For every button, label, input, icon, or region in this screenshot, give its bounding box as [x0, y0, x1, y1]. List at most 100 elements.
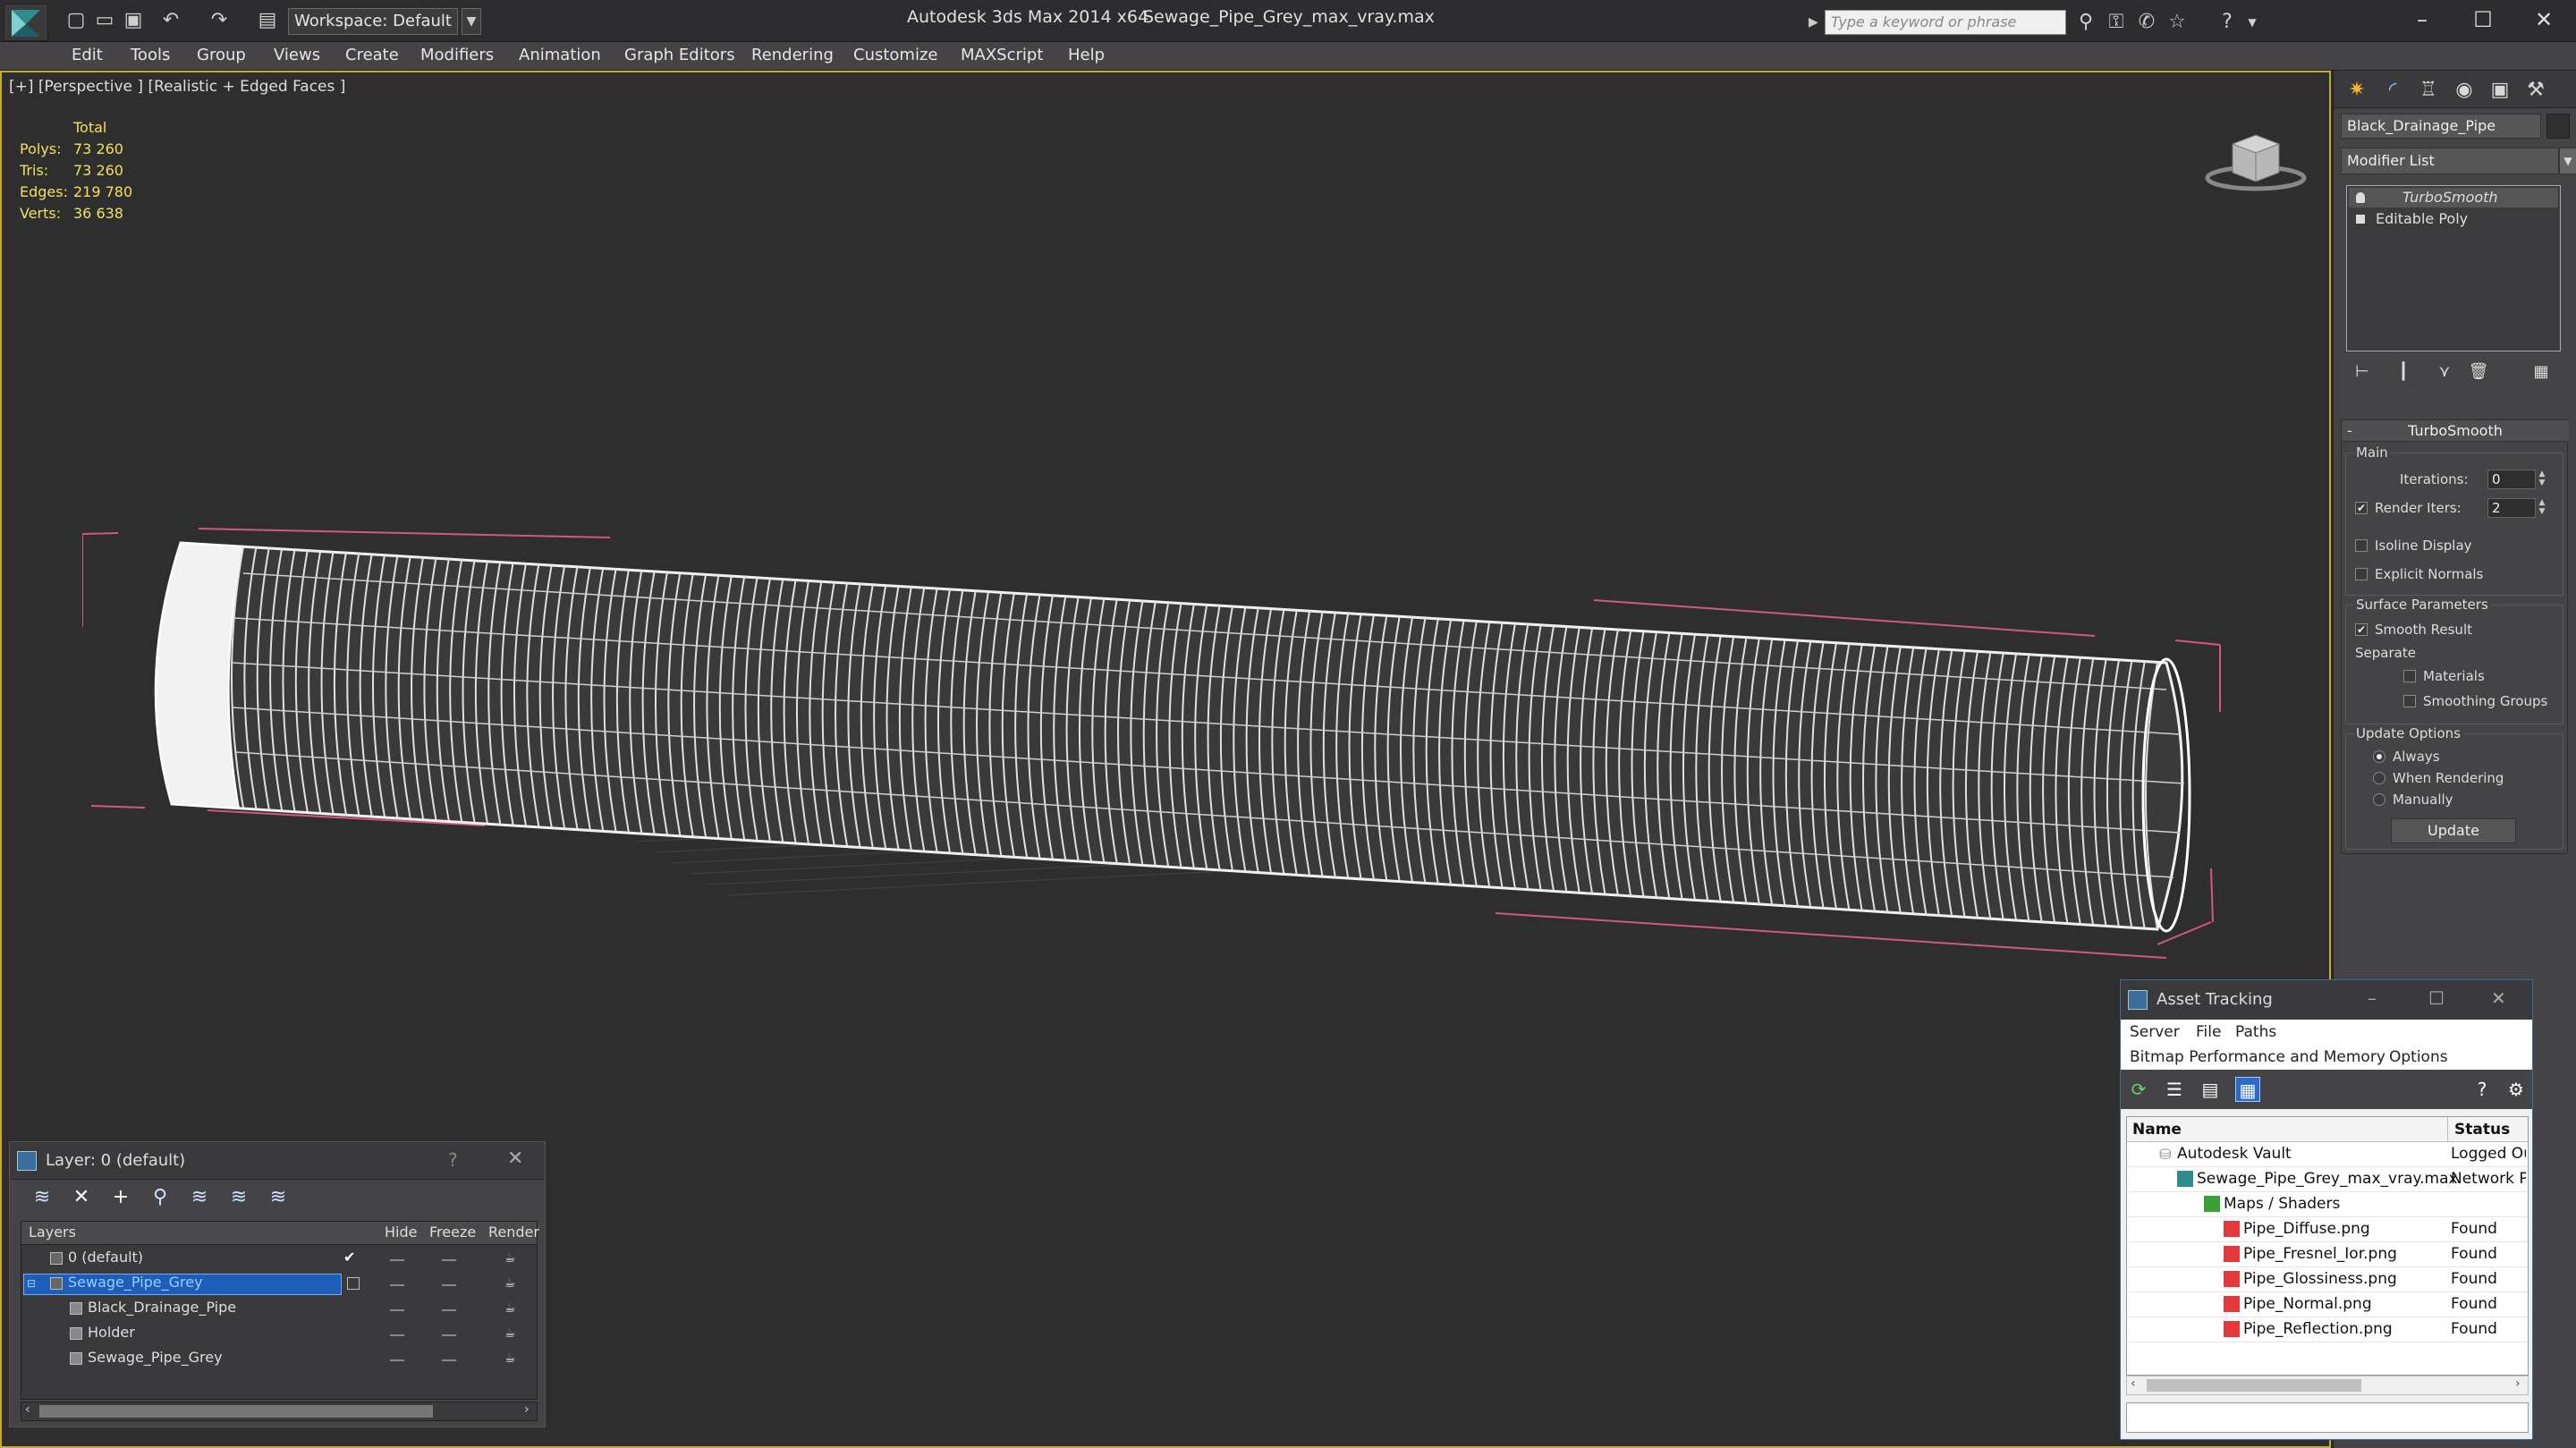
create-layer-icon[interactable]: ≋: [28, 1185, 56, 1210]
current-layer-check-icon[interactable]: ✔: [343, 1249, 355, 1266]
hide-toggle[interactable]: [390, 1284, 404, 1286]
scroll-left-icon[interactable]: ‹: [25, 1402, 30, 1417]
hide-toggle[interactable]: [390, 1334, 404, 1336]
freeze-toggle[interactable]: [442, 1284, 456, 1286]
close-icon[interactable]: ✕: [2491, 987, 2506, 1009]
freeze-toggle[interactable]: [442, 1359, 456, 1361]
workspace-dropdown[interactable]: Workspace: Default: [288, 8, 458, 35]
hide-all-layers-icon[interactable]: ≋: [225, 1185, 253, 1210]
asset-row[interactable]: Pipe_Fresnel_Ior.png Found: [2127, 1242, 2528, 1267]
menu-modifiers[interactable]: Modifiers: [420, 46, 494, 64]
asset-row[interactable]: ⛁ Autodesk Vault Logged Out: [2127, 1142, 2528, 1167]
scrollbar-thumb[interactable]: [2147, 1379, 2361, 1392]
layer-object-row[interactable]: Holder ☕: [21, 1322, 537, 1347]
communication-center-icon[interactable]: ✆: [2134, 10, 2159, 35]
menu-help[interactable]: Help: [1068, 46, 1105, 64]
menu-rendering[interactable]: Rendering: [751, 46, 834, 64]
modify-tab-icon[interactable]: ◜: [2377, 76, 2409, 105]
scroll-left-icon[interactable]: ‹: [2131, 1376, 2136, 1391]
spinner-arrows-icon[interactable]: ▲ ▼: [2536, 498, 2548, 518]
explicit-normals-checkbox[interactable]: [2355, 568, 2368, 580]
asset-row[interactable]: Sewage_Pipe_Grey_max_vray.max Network Pa…: [2127, 1167, 2528, 1192]
chevron-down-icon[interactable]: ▼: [462, 8, 481, 35]
refresh-icon[interactable]: ⟳: [2126, 1077, 2151, 1102]
layer-dialog-titlebar[interactable]: Layer: 0 (default) ? ✕: [10, 1142, 545, 1180]
expand-minus-icon[interactable]: ⊟: [27, 1277, 36, 1290]
freeze-toggle[interactable]: [442, 1259, 456, 1261]
freeze-all-layers-icon[interactable]: ≋: [264, 1185, 292, 1210]
iterations-spinner[interactable]: 0: [2487, 470, 2536, 489]
add-to-layer-icon[interactable]: +: [106, 1185, 135, 1210]
menu-tools[interactable]: Tools: [131, 46, 170, 64]
undo-icon[interactable]: ↶: [159, 9, 182, 32]
horizontal-scrollbar[interactable]: ‹ ›: [2126, 1376, 2529, 1395]
close-icon[interactable]: ✕: [507, 1147, 523, 1170]
new-file-icon[interactable]: ▢: [64, 9, 88, 32]
layer-row-selected[interactable]: ⊟ Sewage_Pipe_Grey ☕: [21, 1272, 537, 1297]
render-teapot-icon[interactable]: ☕: [504, 1327, 519, 1340]
app-menu-button[interactable]: [4, 4, 48, 41]
help-icon[interactable]: ?: [2215, 10, 2240, 35]
manually-radio[interactable]: [2373, 793, 2385, 806]
viewcube-icon[interactable]: [2202, 126, 2309, 198]
hide-toggle[interactable]: [390, 1359, 404, 1361]
chevron-down-icon[interactable]: ▼: [2240, 10, 2265, 35]
materials-checkbox[interactable]: [2403, 670, 2416, 682]
column-freeze[interactable]: Freeze: [429, 1224, 476, 1241]
spinner-arrows-icon[interactable]: ▲ ▼: [2536, 470, 2548, 489]
when-rendering-radio[interactable]: [2373, 772, 2385, 784]
tree-view-icon[interactable]: ▤: [2198, 1077, 2223, 1102]
redo-icon[interactable]: ↷: [208, 9, 231, 32]
horizontal-scrollbar[interactable]: ‹ ›: [21, 1401, 538, 1421]
asset-row[interactable]: Pipe_Normal.png Found: [2127, 1292, 2528, 1317]
highlight-layer-icon[interactable]: ≋: [185, 1185, 214, 1210]
list-view-icon[interactable]: ☰: [2162, 1077, 2187, 1102]
always-radio[interactable]: [2373, 750, 2385, 763]
asset-row[interactable]: Pipe_Glossiness.png Found: [2127, 1267, 2528, 1292]
layer-object-row[interactable]: Sewage_Pipe_Grey ☕: [21, 1347, 537, 1372]
settings-icon[interactable]: ⚙: [2504, 1077, 2529, 1102]
scroll-right-icon[interactable]: ›: [2515, 1376, 2521, 1391]
maximize-icon[interactable]: ☐: [2454, 0, 2512, 39]
asset-dialog-titlebar[interactable]: Asset Tracking – ☐ ✕: [2121, 980, 2532, 1020]
menu-group[interactable]: Group: [197, 46, 246, 64]
search-expand-icon[interactable]: ▶: [1809, 11, 1823, 34]
object-color-swatch[interactable]: [2546, 114, 2570, 139]
asset-row[interactable]: Pipe_Reflection.png Found: [2127, 1317, 2528, 1342]
render-teapot-icon[interactable]: ☕: [504, 1352, 519, 1365]
menu-customize[interactable]: Customize: [853, 46, 937, 64]
hide-toggle[interactable]: [390, 1309, 404, 1311]
menu-server[interactable]: Server: [2130, 1023, 2180, 1041]
asset-row[interactable]: Pipe_Diffuse.png Found: [2127, 1217, 2528, 1242]
binoculars-icon[interactable]: ⚲: [2073, 10, 2098, 35]
column-layers[interactable]: Layers: [29, 1224, 76, 1241]
remove-modifier-icon[interactable]: 🗑: [2466, 360, 2491, 384]
maximize-icon[interactable]: ☐: [2428, 987, 2445, 1009]
create-tab-icon[interactable]: ✷: [2341, 76, 2373, 105]
motion-tab-icon[interactable]: ◉: [2448, 76, 2480, 105]
search-input[interactable]: Type a keyword or phrase: [1825, 10, 2066, 35]
current-layer-box[interactable]: [347, 1277, 360, 1290]
stack-item-editable-poly[interactable]: Editable Poly: [2349, 209, 2558, 229]
column-hide[interactable]: Hide: [385, 1224, 417, 1241]
column-render[interactable]: Render: [488, 1224, 539, 1241]
asset-row[interactable]: Maps / Shaders: [2127, 1192, 2528, 1217]
layer-row[interactable]: 0 (default) ✔ ☕: [21, 1247, 537, 1272]
object-name-field[interactable]: Black_Drainage_Pipe: [2341, 114, 2541, 139]
scrollbar-thumb[interactable]: [39, 1405, 433, 1418]
menu-graph-editors[interactable]: Graph Editors: [624, 46, 735, 64]
layer-object-row[interactable]: Black_Drainage_Pipe ☕: [21, 1297, 537, 1322]
stack-item-turbosmooth[interactable]: TurboSmooth: [2349, 188, 2558, 207]
update-button[interactable]: Update: [2391, 818, 2516, 843]
column-name[interactable]: Name: [2132, 1121, 2182, 1139]
close-icon[interactable]: ✕: [2515, 0, 2572, 39]
pipe-wireframe-object[interactable]: [82, 520, 2256, 1003]
chevron-down-icon[interactable]: ▼: [2559, 148, 2576, 174]
scroll-right-icon[interactable]: ›: [524, 1402, 530, 1417]
help-icon[interactable]: ?: [448, 1149, 458, 1171]
hide-toggle[interactable]: [390, 1259, 404, 1261]
project-folder-icon[interactable]: ▤: [256, 9, 279, 32]
pin-stack-icon[interactable]: ⊢: [2350, 360, 2375, 384]
menu-options[interactable]: Options: [2389, 1048, 2448, 1066]
render-iters-spinner[interactable]: 2: [2487, 498, 2536, 518]
